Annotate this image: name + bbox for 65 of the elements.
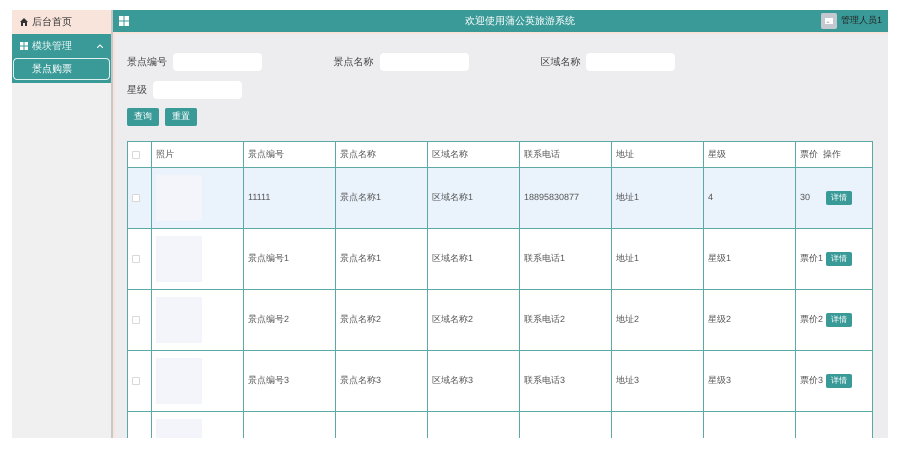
table-cell-text: 18895830877 [524,191,580,204]
row-checkbox[interactable] [132,377,140,385]
detail-button[interactable]: 详情 [826,374,852,388]
table-row[interactable]: 景点编号2 景点名称2 区域名称2 联系电话2 地址2 星级2 票价2 详情 [128,290,872,351]
user-name: 管理人员1 [840,14,882,28]
home-menu-item[interactable]: 后台首页 [12,10,111,34]
column-header: 星级 [708,148,726,161]
table-row[interactable]: 11111 景点名称1 区域名称1 18895830877 地址1 4 30 详情 [128,168,872,229]
column-header: 票价 [800,148,818,161]
search-button[interactable]: 查询 [127,108,159,126]
table-cell-text: 景点编号2 [248,313,290,326]
column-header: 地址 [616,148,634,161]
table-cell-text: 星级3 [708,374,732,388]
home-icon [20,18,28,26]
column-header: 联系电话 [524,148,560,161]
row-checkbox[interactable] [132,255,140,263]
table-cell-text: 11111 [248,191,270,204]
field-label: 星级 [127,84,147,98]
table-cell-text: 票价3 [800,374,824,388]
column-header: 照片 [156,148,174,161]
column-header: 区域名称 [432,148,468,161]
row-checkbox[interactable] [132,150,140,158]
table-cell-text: 地址3 [616,374,640,388]
table-cell-text: 联系电话3 [524,374,566,388]
submenu-item[interactable]: 景点购票 [13,58,110,80]
table-cell-text: 景点名称3 [340,374,382,388]
table-cell-text: 30 [800,191,810,204]
detail-button[interactable]: 详情 [826,252,852,266]
table-cell-text: 区域名称1 [432,252,474,266]
reset-button[interactable]: 重置 [165,108,197,126]
table-cell-text: 地址2 [616,313,640,326]
table-cell-text: 联系电话1 [524,252,566,266]
menu-group[interactable]: 模块管理 [12,34,111,58]
table-cell-text: 票价2 [800,313,824,326]
table-cell-text: 区域名称2 [432,313,474,326]
table-cell-text: 区域名称3 [432,374,474,388]
table-cell-text: 星级1 [708,252,732,266]
table-cell-text: 地址1 [616,252,640,266]
table-cell-text: 星级2 [708,313,732,326]
column-header: 操作 [823,148,841,161]
table-cell-text: 景点名称1 [340,252,382,266]
field-label: 景点名称 [334,56,374,70]
detail-button[interactable]: 详情 [826,191,852,205]
row-checkbox[interactable] [132,194,140,202]
column-header: 景点编号 [248,148,284,161]
table-cell-text: 景点名称2 [340,313,382,326]
table-cell-text: 景点编号3 [248,374,290,388]
table-cell-text: 区域名称1 [432,191,474,204]
grid-icon[interactable] [119,16,129,26]
system-title: 欢迎使用蒲公英旅游系统 [464,14,576,28]
table-cell-text: 景点名称1 [340,191,382,204]
table-cell-text: 景点编号1 [248,252,290,266]
field-label: 景点编号 [127,56,167,70]
table-row[interactable]: 景点编号3 景点名称3 区域名称3 联系电话3 地址3 星级3 票价3 详情 [128,351,872,412]
table-cell-text: 地址1 [616,191,640,204]
table-row[interactable]: 景点编号1 景点名称1 区域名称1 联系电话1 地址1 星级1 票价1 详情 [128,229,872,290]
table-cell-text: 4 [708,191,714,204]
row-checkbox[interactable] [132,316,140,324]
table-cell-text: 票价1 [800,252,824,266]
table-cell-text: 联系电话2 [524,313,566,326]
column-header: 景点名称 [340,148,376,161]
detail-button[interactable]: 详情 [826,313,852,327]
grid-icon [20,42,28,50]
avatar-icon[interactable] [820,13,837,29]
field-label: 区域名称 [540,56,580,70]
